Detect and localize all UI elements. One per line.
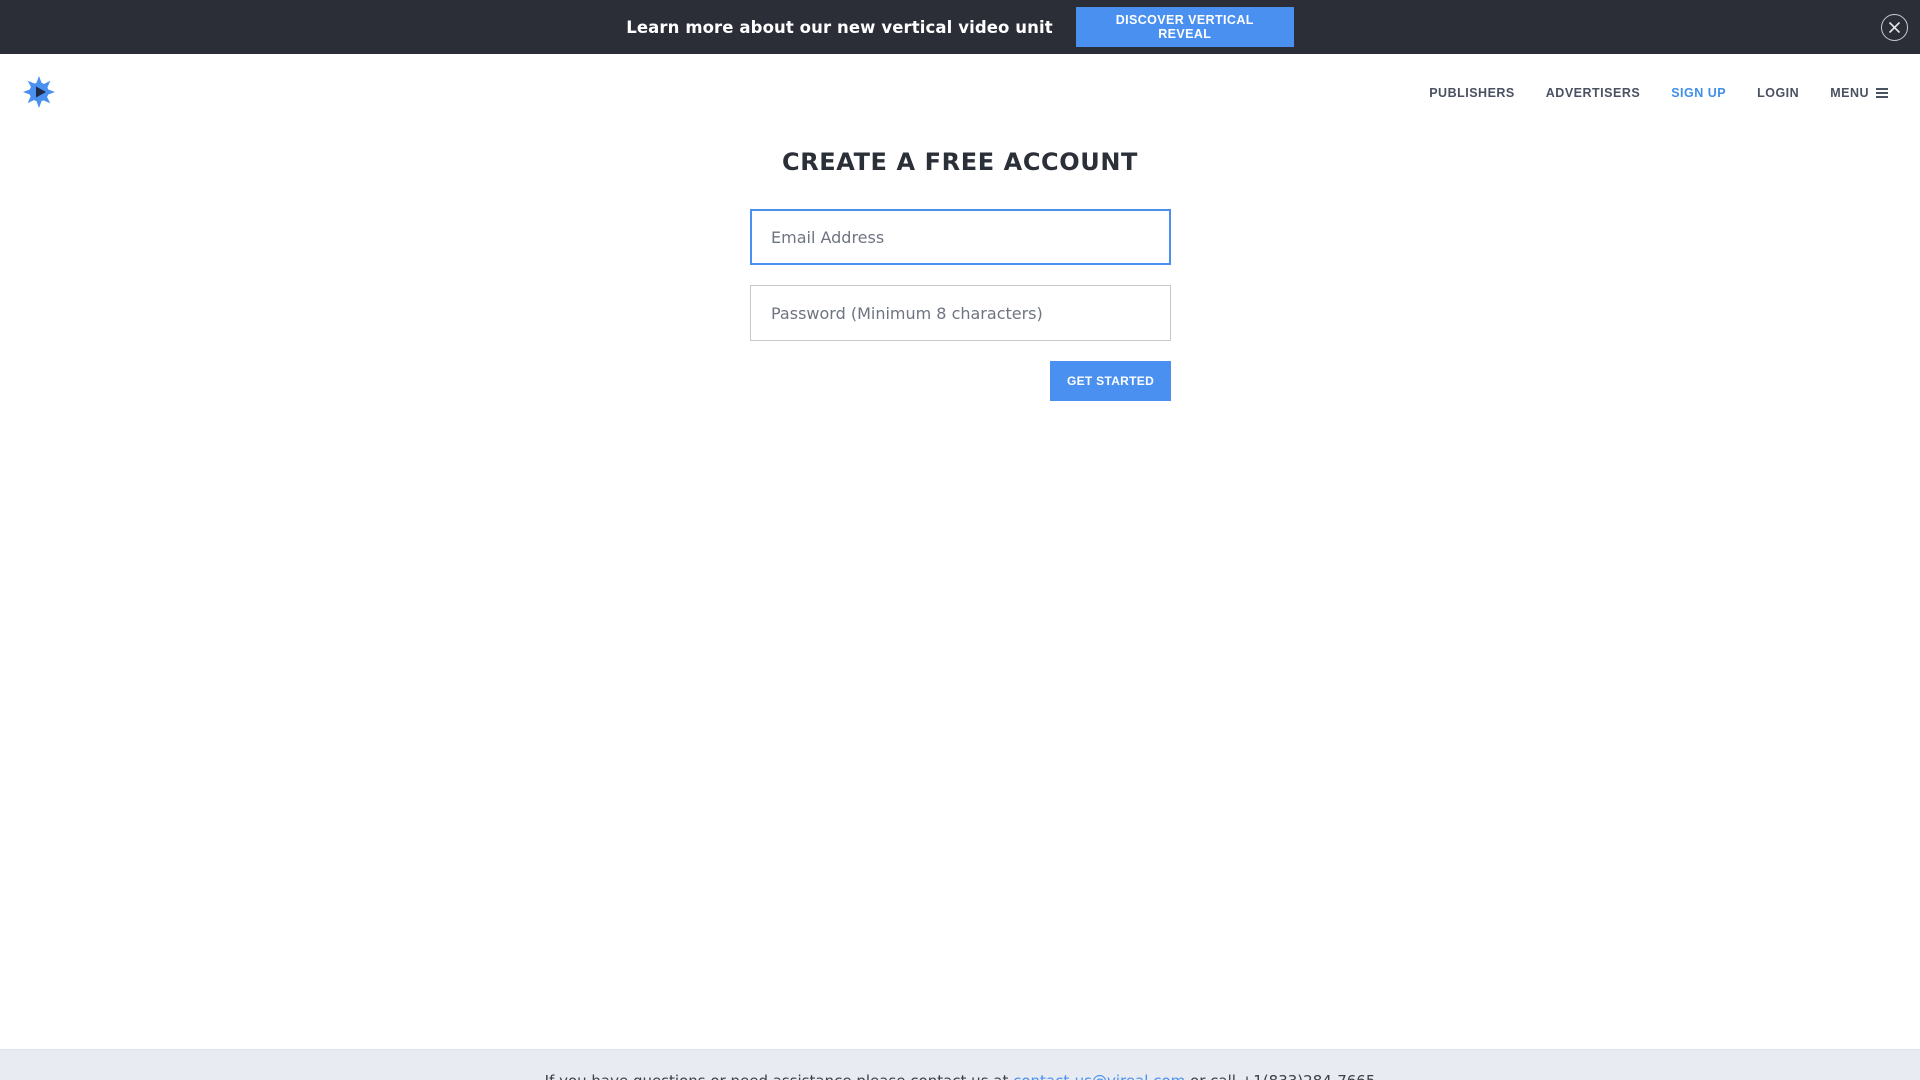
promo-banner: Learn more about our new vertical video … (0, 0, 1920, 54)
password-field[interactable] (750, 285, 1171, 341)
page-title: CREATE A FREE ACCOUNT (781, 148, 1139, 176)
close-icon[interactable] (1881, 14, 1908, 41)
footer-text-before: If you have questions or need assistance… (545, 1072, 1014, 1080)
promo-text: Learn more about our new vertical video … (626, 17, 1053, 37)
logo-icon[interactable] (23, 76, 55, 108)
contact-email-link[interactable]: contact-us@vireal.com (1013, 1072, 1185, 1080)
discover-vertical-reveal-button[interactable]: DISCOVER VERTICAL REVEAL (1075, 7, 1294, 47)
nav-sign-up[interactable]: SIGN UP (1671, 86, 1726, 100)
footer-contact-text: If you have questions or need assistance… (0, 1072, 1920, 1080)
nav-advertisers[interactable]: ADVERTISERS (1546, 86, 1640, 100)
nav-menu[interactable]: MENU (1830, 86, 1888, 100)
hamburger-icon (1876, 88, 1888, 99)
email-field[interactable] (750, 209, 1171, 265)
nav-publishers[interactable]: PUBLISHERS (1429, 86, 1515, 100)
site-header: PUBLISHERS ADVERTISERS SIGN UP LOGIN MEN… (0, 54, 1920, 132)
site-footer: If you have questions or need assistance… (0, 1049, 1920, 1080)
nav-login[interactable]: LOGIN (1757, 86, 1799, 100)
main-nav: PUBLISHERS ADVERTISERS SIGN UP LOGIN MEN… (1398, 54, 1888, 132)
menu-label: MENU (1830, 86, 1869, 100)
footer-text-after: or call +1(833)284-7665 (1185, 1072, 1375, 1080)
get-started-button[interactable]: GET STARTED (1050, 361, 1171, 401)
